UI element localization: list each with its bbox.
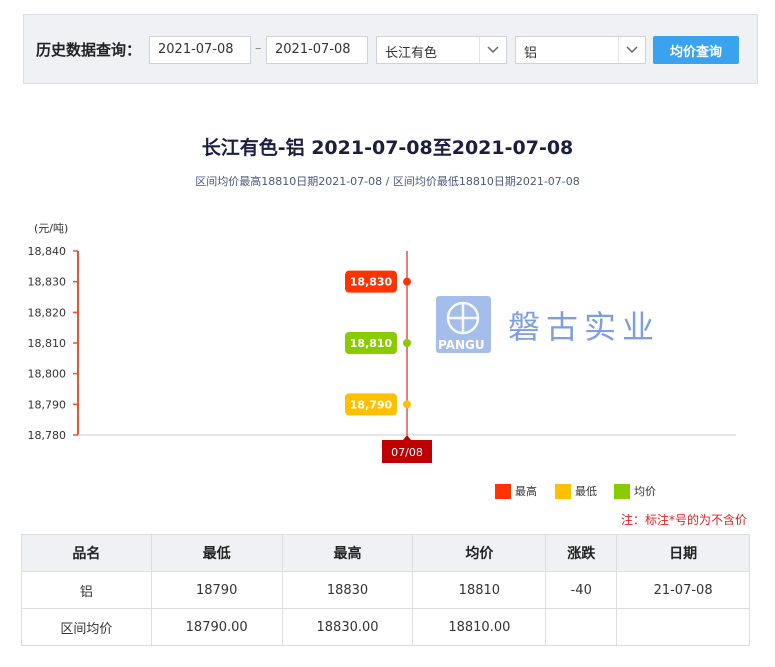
table-cell: 18790 — [150, 571, 283, 609]
data-point — [403, 400, 411, 409]
series-group: 18,830 18,790 18,810 — [345, 270, 411, 416]
y-tick-label: 18,790 — [28, 398, 67, 411]
data-point — [403, 339, 411, 347]
data-point — [403, 277, 411, 286]
data-label: 18,810 — [350, 337, 393, 350]
table-header-row: 品名 最低 最高 均价 涨跌 日期 — [21, 534, 750, 572]
chevron-down-icon — [618, 37, 645, 63]
table-header: 品名 — [21, 534, 152, 572]
legend-swatch — [495, 483, 511, 499]
metal-select[interactable]: 铝 — [515, 36, 646, 64]
y-axis-unit: (元/吨) — [34, 222, 68, 235]
legend-swatch — [555, 483, 571, 499]
chart-subtitle: 区间均价最高18810日期2021-07-08 / 区间均价最低18810日期2… — [195, 175, 580, 188]
price-table: 品名 最低 最高 均价 涨跌 日期 铝 18790 18830 18810 -4… — [21, 534, 750, 646]
table-row: 铝 18790 18830 18810 -40 21-07-08 — [21, 571, 750, 609]
legend-label: 最低 — [575, 485, 597, 498]
table-cell: 铝 — [21, 571, 152, 609]
table-cell: 18810.00 — [412, 608, 547, 646]
table-header: 均价 — [412, 534, 547, 572]
y-tick-label: 18,780 — [28, 429, 67, 442]
y-tick-label: 18,810 — [28, 337, 67, 350]
market-select-value: 长江有色 — [385, 46, 438, 61]
table-cell: 18790.00 — [150, 608, 283, 646]
x-axis-label-group: 07/08 — [382, 435, 432, 463]
average-price-query-button[interactable]: 均价查询 — [653, 36, 739, 64]
table-cell: -40 — [545, 571, 618, 609]
legend-item-average[interactable]: 均价 — [614, 483, 656, 499]
x-label-pointer — [403, 435, 411, 440]
table-row: 区间均价 18790.00 18830.00 18810.00 — [21, 608, 750, 646]
logo-text: PANGU — [438, 338, 485, 352]
legend-item-high[interactable]: 最高 — [495, 483, 537, 499]
table-cell — [545, 608, 618, 646]
query-panel: 历史数据查询： 2021-07-08 – 2021-07-08 长江有色 铝 均… — [23, 14, 758, 84]
date-separator: – — [255, 41, 262, 56]
chart-title: 长江有色-铝 2021-07-08至2021-07-08 — [201, 137, 574, 159]
table-cell — [616, 608, 750, 646]
legend-swatch — [614, 483, 630, 499]
chevron-down-icon — [479, 37, 506, 63]
table-cell: 21-07-08 — [616, 571, 750, 609]
y-axis-ticks: 18,780 18,790 18,800 18,810 18,820 18,830 18,8… — [28, 245, 78, 442]
y-tick-label: 18,830 — [28, 276, 67, 289]
start-date-input[interactable]: 2021-07-08 — [149, 36, 251, 64]
table-header: 日期 — [616, 534, 750, 572]
legend-item-low[interactable]: 最低 — [555, 483, 597, 499]
table-header: 最低 — [150, 534, 283, 572]
y-tick-label: 18,800 — [28, 368, 67, 381]
company-name: 磐古实业 — [508, 308, 661, 346]
query-label: 历史数据查询： — [36, 41, 142, 59]
y-tick-label: 18,820 — [28, 306, 67, 319]
table-cell: 18830.00 — [281, 608, 414, 646]
table-header: 涨跌 — [545, 534, 618, 572]
data-label: 18,790 — [350, 398, 393, 411]
legend-label: 均价 — [634, 485, 656, 498]
footnote: 注：标注*号的为不含价 — [620, 513, 747, 527]
y-tick-label: 18,840 — [28, 245, 67, 258]
x-tick-label: 07/08 — [391, 446, 423, 459]
pangu-logo: PANGU 磐古实业 — [436, 296, 676, 358]
table-cell: 区间均价 — [21, 608, 152, 646]
metal-select-value: 铝 — [524, 46, 538, 61]
market-select[interactable]: 长江有色 — [376, 36, 507, 64]
legend-label: 最高 — [515, 485, 537, 498]
data-label: 18,830 — [350, 276, 393, 289]
table-cell: 18830 — [281, 571, 414, 609]
table-header: 最高 — [281, 534, 414, 572]
end-date-input[interactable]: 2021-07-08 — [266, 36, 368, 64]
table-cell: 18810 — [412, 571, 547, 609]
